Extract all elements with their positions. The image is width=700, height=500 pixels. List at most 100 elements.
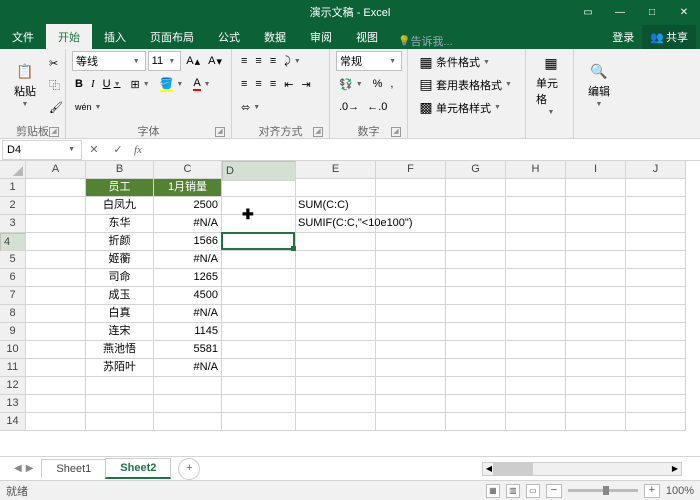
fill-color-button[interactable]: 🪣▼ — [157, 74, 189, 94]
cell-F2[interactable] — [376, 197, 446, 215]
cell-G11[interactable] — [446, 359, 506, 377]
col-header-G[interactable]: G — [446, 161, 506, 179]
cell-F8[interactable] — [376, 305, 446, 323]
phonetic-button[interactable]: wén▼ — [72, 97, 106, 117]
horizontal-scrollbar[interactable]: ◀▶ — [482, 462, 682, 476]
cell-B5[interactable]: 姬蘅 — [86, 251, 154, 269]
cell-J1[interactable] — [626, 179, 686, 197]
cell-A2[interactable] — [26, 197, 86, 215]
italic-button[interactable]: I — [88, 74, 98, 94]
cell-I1[interactable] — [566, 179, 626, 197]
font-dialog-icon[interactable]: ◢ — [215, 127, 225, 137]
tab-file[interactable]: 文件 — [0, 24, 46, 49]
col-header-H[interactable]: H — [506, 161, 566, 179]
cell-A10[interactable] — [26, 341, 86, 359]
col-header-J[interactable]: J — [626, 161, 686, 179]
format-painter-button[interactable]: 🖌 — [46, 97, 66, 117]
cell-C2[interactable]: 2500 — [154, 197, 222, 215]
row-header-7[interactable]: 7 — [0, 287, 26, 305]
cell-D13[interactable] — [222, 395, 296, 413]
cell-B1[interactable]: 员工 — [86, 179, 154, 197]
cell-B11[interactable]: 苏陌叶 — [86, 359, 154, 377]
col-header-F[interactable]: F — [376, 161, 446, 179]
cell-C4[interactable]: 1566 — [154, 233, 222, 251]
cell-E7[interactable] — [296, 287, 376, 305]
cell-B10[interactable]: 燕池悟 — [86, 341, 154, 359]
cell-F6[interactable] — [376, 269, 446, 287]
worksheet-grid[interactable]: ABCDEFGHIJ 1234567891011121314 员工1月销量白凤九… — [0, 161, 700, 456]
cell-D1[interactable] — [222, 179, 296, 197]
cell-D7[interactable] — [222, 287, 296, 305]
sheet-tab-2[interactable]: Sheet2 — [105, 458, 171, 479]
cell-C10[interactable]: 5581 — [154, 341, 222, 359]
cell-C14[interactable] — [154, 413, 222, 431]
font-size-select[interactable]: 11▼ — [148, 51, 182, 71]
cancel-formula-icon[interactable]: ✕ — [82, 143, 106, 156]
login-button[interactable]: 登录 — [604, 25, 642, 49]
cell-G8[interactable] — [446, 305, 506, 323]
cell-I14[interactable] — [566, 413, 626, 431]
cell-J7[interactable] — [626, 287, 686, 305]
cell-B3[interactable]: 东华 — [86, 215, 154, 233]
cell-J10[interactable] — [626, 341, 686, 359]
cell-J3[interactable] — [626, 215, 686, 233]
cell-H7[interactable] — [506, 287, 566, 305]
cell-H5[interactable] — [506, 251, 566, 269]
cell-E1[interactable] — [296, 179, 376, 197]
cell-A14[interactable] — [26, 413, 86, 431]
close-icon[interactable]: ✕ — [668, 0, 700, 24]
cell-J13[interactable] — [626, 395, 686, 413]
select-all-button[interactable] — [0, 161, 26, 179]
row-header-14[interactable]: 14 — [0, 413, 26, 431]
cell-D12[interactable] — [222, 377, 296, 395]
clipboard-dialog-icon[interactable]: ◢ — [49, 127, 59, 137]
cell-J11[interactable] — [626, 359, 686, 377]
cell-I5[interactable] — [566, 251, 626, 269]
row-header-10[interactable]: 10 — [0, 341, 26, 359]
cell-F10[interactable] — [376, 341, 446, 359]
cell-H12[interactable] — [506, 377, 566, 395]
row-header-9[interactable]: 9 — [0, 323, 26, 341]
cell-E4[interactable] — [296, 233, 376, 251]
cell-D2[interactable] — [222, 197, 296, 215]
tab-home[interactable]: 开始 — [46, 24, 92, 49]
cell-D11[interactable] — [222, 359, 296, 377]
cell-G14[interactable] — [446, 413, 506, 431]
cell-C13[interactable] — [154, 395, 222, 413]
conditional-format-button[interactable]: ▦条件格式▼ — [414, 52, 519, 72]
cell-G13[interactable] — [446, 395, 506, 413]
cell-B8[interactable]: 白真 — [86, 305, 154, 323]
cell-C5[interactable]: #N/A — [154, 251, 222, 269]
tab-view[interactable]: 视图 — [344, 24, 390, 49]
cell-E3[interactable]: SUMIF(C:C,"<10e100") — [296, 215, 376, 233]
share-button[interactable]: 👥 共享 — [642, 25, 696, 49]
increase-decimal-button[interactable]: .0→ — [336, 97, 362, 117]
cell-E6[interactable] — [296, 269, 376, 287]
cell-F1[interactable] — [376, 179, 446, 197]
decrease-font-button[interactable]: A▾ — [205, 51, 225, 71]
cell-A1[interactable] — [26, 179, 86, 197]
cell-D5[interactable] — [222, 251, 296, 269]
cells-button[interactable]: ▦单元格▼ — [532, 51, 570, 119]
align-left-button[interactable]: ≡ — [238, 74, 250, 94]
cell-A4[interactable] — [26, 233, 86, 251]
cut-button[interactable]: ✂ — [46, 53, 66, 73]
cell-F9[interactable] — [376, 323, 446, 341]
enter-formula-icon[interactable]: ✓ — [106, 143, 130, 156]
cell-C11[interactable]: #N/A — [154, 359, 222, 377]
tab-insert[interactable]: 插入 — [92, 24, 138, 49]
tell-me[interactable]: 💡 告诉我... — [390, 33, 461, 49]
cell-E10[interactable] — [296, 341, 376, 359]
row-header-12[interactable]: 12 — [0, 377, 26, 395]
cell-G6[interactable] — [446, 269, 506, 287]
comma-button[interactable]: , — [387, 74, 396, 94]
cell-H13[interactable] — [506, 395, 566, 413]
cell-G3[interactable] — [446, 215, 506, 233]
cell-I10[interactable] — [566, 341, 626, 359]
cell-F12[interactable] — [376, 377, 446, 395]
tab-formulas[interactable]: 公式 — [206, 24, 252, 49]
cell-I13[interactable] — [566, 395, 626, 413]
merge-button[interactable]: ⬄▼ — [238, 97, 265, 117]
cell-I4[interactable] — [566, 233, 626, 251]
cell-H4[interactable] — [506, 233, 566, 251]
